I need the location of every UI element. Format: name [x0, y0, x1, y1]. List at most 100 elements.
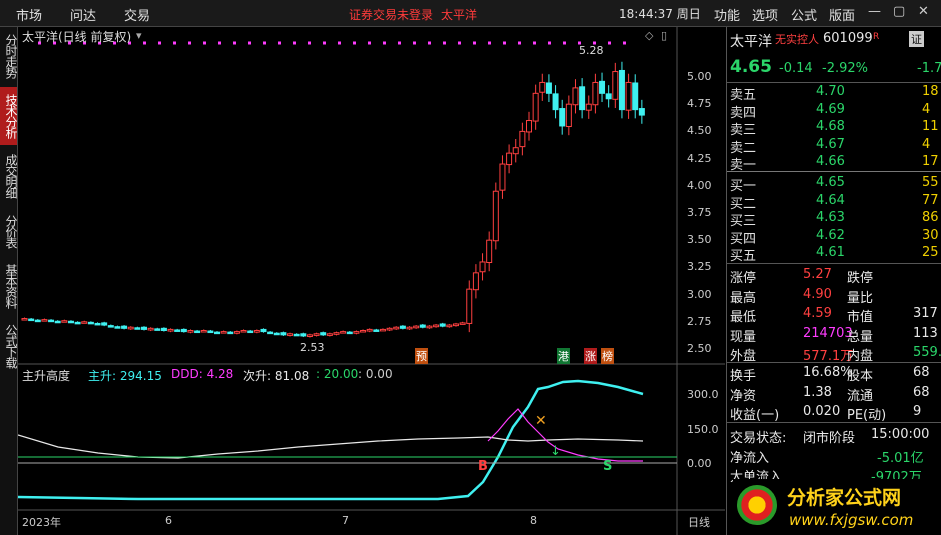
stock-code: 601099: [823, 31, 873, 46]
menu-layout[interactable]: 版面: [829, 5, 855, 24]
price-tick: 4.75: [687, 97, 712, 111]
candle-body: [287, 333, 294, 336]
cert-badge[interactable]: 证: [909, 31, 924, 47]
marker-board[interactable]: 榜: [601, 348, 614, 364]
candle-body: [140, 326, 147, 330]
candle-body: [526, 120, 533, 133]
stat-label: 市值: [847, 310, 874, 325]
menu-trade[interactable]: 交易: [124, 5, 150, 24]
candle-body: [61, 320, 68, 323]
diamond-icon[interactable]: ◇: [645, 29, 653, 42]
candle-body: [160, 327, 167, 332]
kline-chart-area[interactable]: ✕ ↓ 太平洋(日线 前复权) ▾ ◇ ▯ 5.28 2.53 预 港 涨 榜 …: [18, 27, 725, 535]
price-tick: 3.75: [687, 206, 712, 219]
price-tick: 4.25: [687, 151, 712, 165]
watermark-url: www.fxjgsw.com: [789, 511, 914, 529]
stat-label: 股本: [847, 369, 874, 384]
ask-level-price: 4.67: [816, 136, 845, 152]
ask-level-label: 卖三: [730, 123, 757, 139]
tab-technical[interactable]: 技术分析: [0, 87, 18, 145]
candle-body: [565, 103, 572, 128]
menu-wenda[interactable]: 问达: [70, 5, 96, 24]
candle-body: [446, 324, 453, 328]
stat-value: 1.38: [803, 384, 832, 400]
menu-market[interactable]: 市场: [16, 5, 42, 24]
x-label-2023: 2023年: [22, 516, 61, 529]
quote-stock-name: 太平洋: [730, 34, 772, 50]
candle-body: [413, 325, 420, 329]
login-warning[interactable]: 证券交易未登录: [349, 6, 433, 23]
candle-body: [499, 163, 506, 191]
indicator-20-value: : 20.00: [316, 367, 359, 381]
bid-level-label: 买四: [730, 231, 757, 247]
price-tick: 4.00: [687, 178, 712, 192]
chevron-down-icon[interactable]: ▾: [136, 29, 142, 42]
stat-label: 最高: [730, 290, 757, 306]
kline-svg[interactable]: ✕ ↓: [18, 27, 725, 535]
trade-status-value: 闭市阶段: [803, 431, 856, 446]
maximize-icon[interactable]: ▢: [893, 4, 905, 19]
candle-body: [54, 320, 61, 324]
chart-title: 太平洋(日线 前复权): [22, 30, 132, 44]
stat-label: 收益(一): [730, 408, 780, 423]
panel-toggle-icon[interactable]: ▯: [661, 29, 667, 42]
candle-body: [187, 330, 194, 333]
candle-body: [333, 332, 340, 335]
candle-body: [233, 331, 240, 334]
bid-level-volume: 30: [922, 227, 939, 243]
menu-function[interactable]: 功能: [714, 5, 740, 24]
clock: 18:44:37 周日: [619, 7, 701, 21]
indicator-name[interactable]: 主升高度: [22, 367, 70, 384]
candle-body: [121, 325, 128, 329]
stat-value: 317: [913, 306, 938, 321]
ask-level-price: 4.69: [816, 101, 845, 117]
marker-hk[interactable]: 港: [557, 348, 570, 364]
candle-body: [114, 326, 121, 329]
price-tick: 3.00: [687, 287, 712, 301]
candle-body: [167, 328, 174, 332]
candle-body: [260, 328, 267, 333]
indicator-0-value: : 0.00: [358, 367, 393, 381]
candle-body: [94, 322, 101, 326]
tab-formula-download[interactable]: 公式下载: [0, 317, 18, 375]
minimize-icon[interactable]: —: [868, 4, 881, 19]
close-icon[interactable]: ✕: [918, 4, 929, 19]
tab-price-table[interactable]: 分价表: [0, 207, 18, 255]
tab-intraday[interactable]: 分时走势: [0, 27, 18, 85]
tab-fundamentals[interactable]: 基本资料: [0, 257, 18, 315]
marker-limit-up[interactable]: 涨: [584, 348, 597, 364]
candle-body: [194, 330, 201, 334]
candle-body: [439, 323, 446, 327]
candle-body: [28, 318, 35, 322]
stat-value: 4.90: [803, 286, 832, 302]
bid-level-price: 4.65: [816, 175, 845, 190]
stat-label: 现量: [730, 329, 757, 345]
quote-panel: 太平洋 无实控人 601099 R 证 4.65 -0.14 -2.92% -1…: [726, 27, 941, 535]
price-tick: 2.75: [687, 314, 712, 328]
high-price-label: 5.28: [579, 44, 604, 57]
ask-level-label: 卖二: [730, 140, 757, 156]
stat-label: PE(动): [847, 408, 887, 423]
candle-body: [379, 328, 386, 332]
menu-options[interactable]: 选项: [752, 5, 778, 24]
bid-level-price: 4.62: [816, 227, 845, 243]
signal-buy: B: [478, 459, 488, 474]
price-change-pct: -2.92%: [822, 61, 868, 76]
period-label[interactable]: 日线: [688, 514, 710, 530]
candle-body: [346, 331, 353, 335]
stat-label: 净资: [730, 388, 757, 404]
stat-label: 总量: [847, 329, 874, 345]
candle-body: [253, 330, 260, 333]
ask-level-volume: 18: [922, 84, 939, 99]
stat-value: 559.: [913, 345, 941, 360]
candle-body: [506, 152, 513, 166]
candle-body: [300, 333, 307, 337]
bid-level-volume: 86: [922, 210, 939, 226]
indicator-main-value: 主升: 294.15: [88, 369, 162, 383]
menu-formula[interactable]: 公式: [791, 5, 817, 24]
marker-forecast[interactable]: 预: [415, 348, 428, 364]
candle-body: [67, 320, 74, 324]
cross-marker: ✕: [535, 413, 547, 429]
tab-trades[interactable]: 成交明细: [0, 147, 18, 205]
net-inflow-value: -5.01亿: [877, 451, 924, 466]
